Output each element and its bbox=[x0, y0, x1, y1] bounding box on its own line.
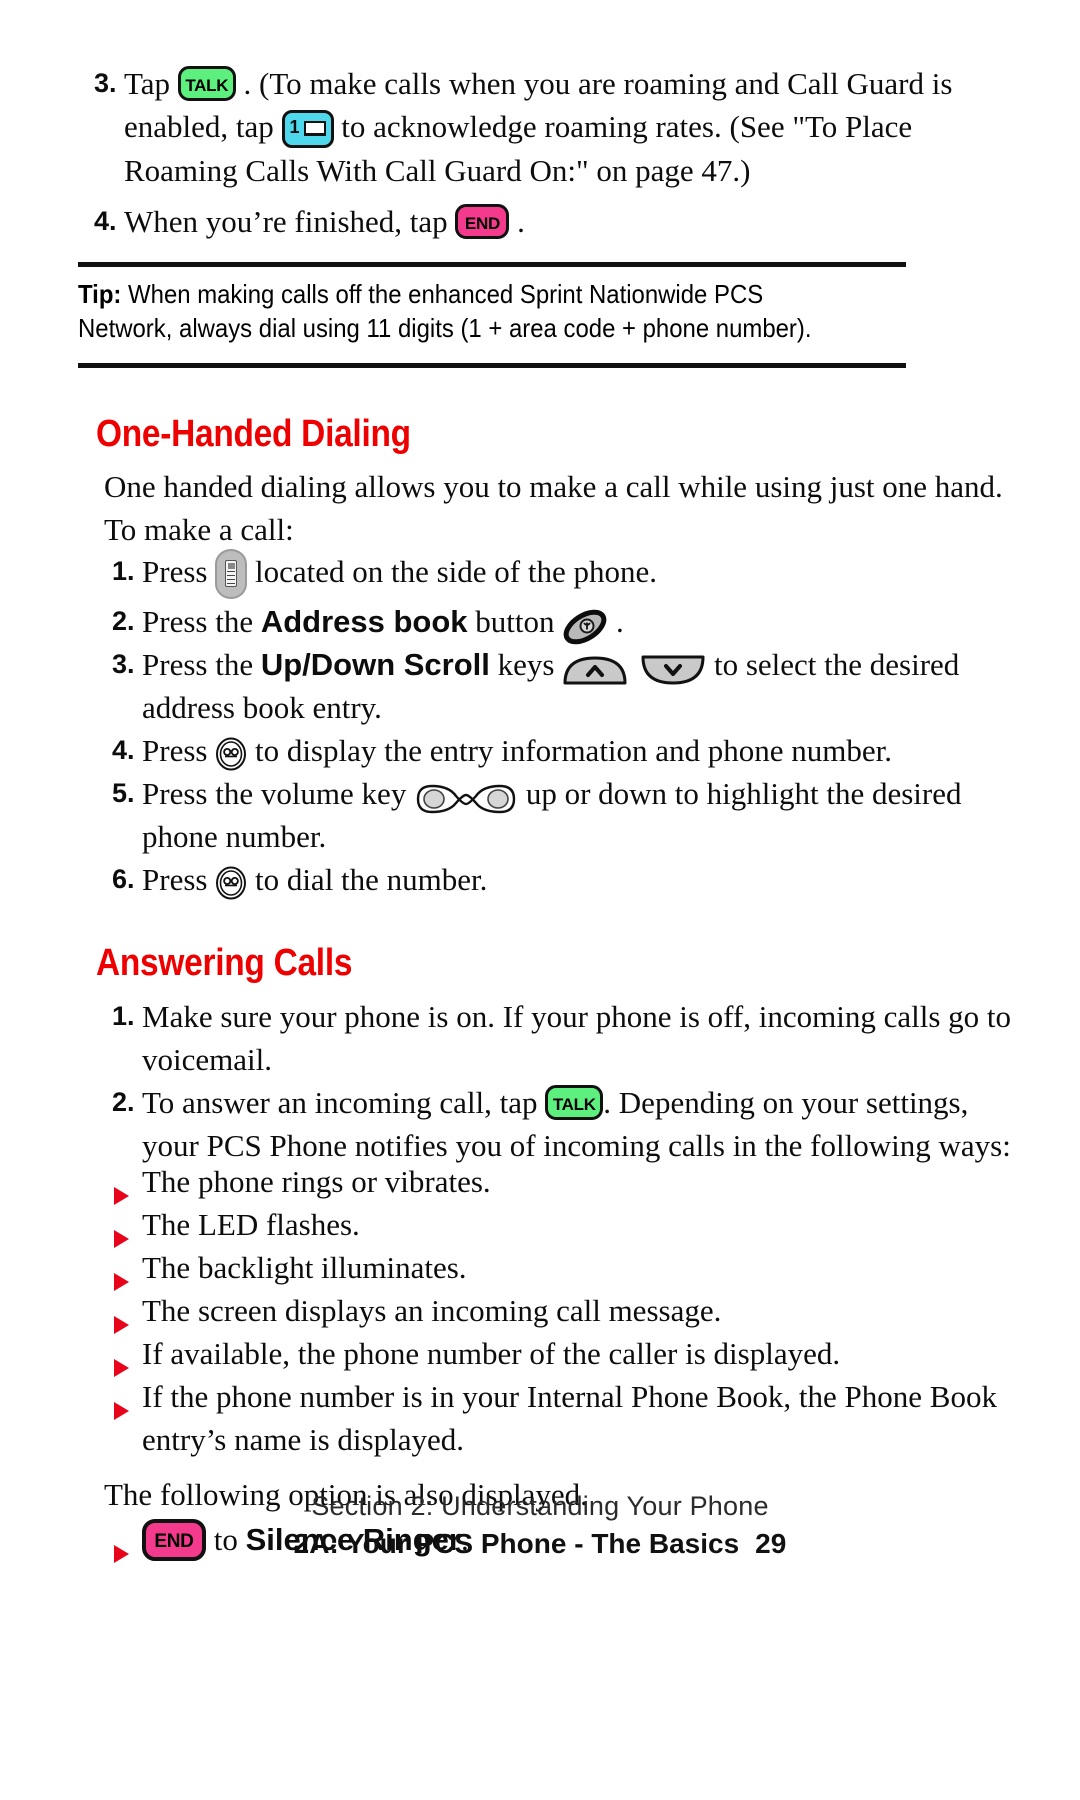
bullet-triangle-icon bbox=[96, 1160, 142, 1206]
tip-text: Tip: When making calls off the enhanced … bbox=[78, 267, 840, 357]
step-number: 4. bbox=[112, 735, 135, 765]
footer-chapter-title: 2A: Your PCS Phone - The Basics bbox=[293, 1528, 740, 1559]
step-text-part: Tap bbox=[124, 66, 178, 101]
step-text: Press the Up/Down Scroll keys to select … bbox=[142, 643, 1026, 729]
step-text-part: Press the volume key bbox=[142, 776, 415, 811]
tip-box: Tip: When making calls off the enhanced … bbox=[0, 262, 906, 368]
step-text-part: Press the bbox=[142, 647, 261, 682]
scroll-up-key-icon bbox=[562, 654, 628, 686]
tip-bottom-rule bbox=[78, 363, 906, 368]
list-item: 1. Press located on the side of the phon… bbox=[96, 549, 1026, 600]
bullet-text: If available, the phone number of the ca… bbox=[142, 1336, 841, 1371]
side-volume-key-icon bbox=[215, 549, 248, 599]
step-text-emphasis: Address book bbox=[260, 604, 468, 639]
step-text: When you’re finished, tap END . bbox=[124, 200, 1008, 243]
scroll-down-key-icon bbox=[640, 654, 706, 686]
list-item: The screen displays an incoming call mes… bbox=[96, 1289, 1026, 1335]
step-text-part: Press bbox=[142, 733, 216, 768]
step-number: 1. bbox=[112, 556, 135, 586]
bullet-triangle-icon bbox=[96, 1246, 142, 1292]
step-text-part: to dial the number. bbox=[247, 862, 488, 897]
list-item: The LED flashes. bbox=[96, 1203, 1026, 1249]
list-item: 5. Press the volume key up or down to hi… bbox=[96, 772, 1026, 858]
step-text: Press to display the entry information a… bbox=[142, 729, 1026, 772]
bullet-text: The phone rings or vibrates. bbox=[142, 1164, 491, 1199]
step-text-part: When you’re finished, tap bbox=[124, 203, 456, 239]
step-text: Press the volume key up or down to highl… bbox=[142, 772, 1026, 858]
answering-calls-bullet-list: The phone rings or vibrates. The LED fla… bbox=[96, 1160, 1026, 1461]
list-item: 2. To answer an incoming call, tap TALK.… bbox=[96, 1081, 1026, 1167]
step-number: 5. bbox=[112, 778, 135, 808]
step-text: Press the Address book button . bbox=[142, 600, 1026, 645]
step-text-emphasis: Up/Down Scroll bbox=[260, 647, 490, 682]
step-text-part: Press bbox=[142, 554, 216, 590]
list-item: The phone rings or vibrates. bbox=[96, 1160, 1026, 1206]
list-item: 3. Tap TALK . (To make calls when you ar… bbox=[78, 62, 1008, 192]
one-handed-steps-list: 1. Press located on the side of the phon… bbox=[96, 549, 1026, 903]
talk-key-icon: TALK bbox=[545, 1085, 604, 1121]
bullet-text: The backlight illuminates. bbox=[142, 1250, 467, 1285]
footer-page-number: 29 bbox=[755, 1528, 787, 1559]
bullet-text: The LED flashes. bbox=[142, 1207, 360, 1242]
bullet-triangle-icon bbox=[96, 1375, 142, 1421]
manual-page: 3. Tap TALK . (To make calls when you ar… bbox=[0, 0, 1080, 1800]
message-key-digit: 1 bbox=[289, 116, 300, 137]
step-text-part: To answer an incoming call, tap bbox=[142, 1085, 546, 1120]
envelope-icon bbox=[303, 120, 326, 136]
ok-key-icon bbox=[215, 866, 247, 900]
list-item: 2. Press the Address book button . bbox=[96, 600, 1026, 645]
bullet-triangle-icon bbox=[96, 1289, 142, 1335]
footer-chapter-line: 2A: Your PCS Phone - The Basics 29 bbox=[0, 1528, 1080, 1560]
step-text: Make sure your phone is on. If your phon… bbox=[142, 999, 1011, 1077]
tip-label: Tip: bbox=[78, 279, 122, 309]
tip-body-text: When making calls off the enhanced Sprin… bbox=[78, 279, 812, 343]
bullet-text: If the phone number is in your Internal … bbox=[142, 1379, 997, 1457]
phone-glyph bbox=[225, 560, 238, 587]
step-text-part: Press the bbox=[142, 604, 261, 639]
address-book-key-icon bbox=[562, 609, 608, 645]
step-number: 4. bbox=[94, 205, 117, 236]
step-text-part: keys bbox=[489, 647, 563, 682]
top-steps-list: 3. Tap TALK . (To make calls when you ar… bbox=[78, 62, 1008, 245]
step-number: 6. bbox=[112, 864, 135, 894]
message-key-icon: 1 bbox=[281, 109, 334, 148]
step-number: 2. bbox=[112, 1087, 135, 1117]
step-text-part: to display the entry information and pho… bbox=[247, 733, 893, 768]
footer-section-line: Section 2: Understanding Your Phone bbox=[311, 1491, 769, 1521]
step-text: Tap TALK . (To make calls when you are r… bbox=[124, 62, 1008, 192]
answering-calls-steps-list: 1. Make sure your phone is on. If your p… bbox=[96, 995, 1026, 1169]
bullet-triangle-icon bbox=[96, 1332, 142, 1378]
list-item: 3. Press the Up/Down Scroll keys to sele… bbox=[96, 643, 1026, 729]
step-text-part: located on the side of the phone. bbox=[247, 554, 657, 590]
list-item: If the phone number is in your Internal … bbox=[96, 1375, 1026, 1461]
step-text-part: . bbox=[608, 604, 624, 639]
one-handed-intro: One handed dialing allows you to make a … bbox=[104, 469, 1003, 547]
step-text-part: button bbox=[467, 604, 563, 639]
section-heading-answering-calls: Answering Calls bbox=[96, 942, 353, 984]
step-text: Press to dial the number. bbox=[142, 858, 1026, 901]
end-key-icon: END bbox=[455, 204, 510, 240]
ok-key-icon bbox=[215, 737, 247, 771]
list-item: 6. Press to dial the number. bbox=[96, 858, 1026, 901]
step-text-part: Press bbox=[142, 862, 216, 897]
bullet-text: The screen displays an incoming call mes… bbox=[142, 1293, 722, 1328]
step-number: 1. bbox=[112, 1001, 135, 1031]
list-item: 1. Make sure your phone is on. If your p… bbox=[96, 995, 1026, 1081]
list-item: If available, the phone number of the ca… bbox=[96, 1332, 1026, 1378]
step-text: To answer an incoming call, tap TALK. De… bbox=[142, 1081, 1026, 1167]
section-heading-one-handed-dialing: One-Handed Dialing bbox=[96, 413, 411, 455]
list-item: 4. When you’re finished, tap END . bbox=[78, 200, 1008, 243]
list-item: The backlight illuminates. bbox=[96, 1246, 1026, 1292]
list-item: 4. Press to display the entry informatio… bbox=[96, 729, 1026, 772]
step-text: Press located on the side of the phone. bbox=[142, 549, 1026, 600]
step-number: 3. bbox=[112, 649, 135, 679]
step-number: 3. bbox=[94, 68, 117, 98]
volume-rocker-key-icon bbox=[414, 782, 518, 816]
bullet-triangle-icon bbox=[96, 1203, 142, 1249]
step-text-part: . bbox=[509, 203, 525, 239]
step-number: 2. bbox=[112, 606, 135, 636]
talk-key-icon: TALK bbox=[177, 66, 236, 102]
page-footer: Section 2: Understanding Your Phone 2A: … bbox=[0, 1491, 1080, 1560]
